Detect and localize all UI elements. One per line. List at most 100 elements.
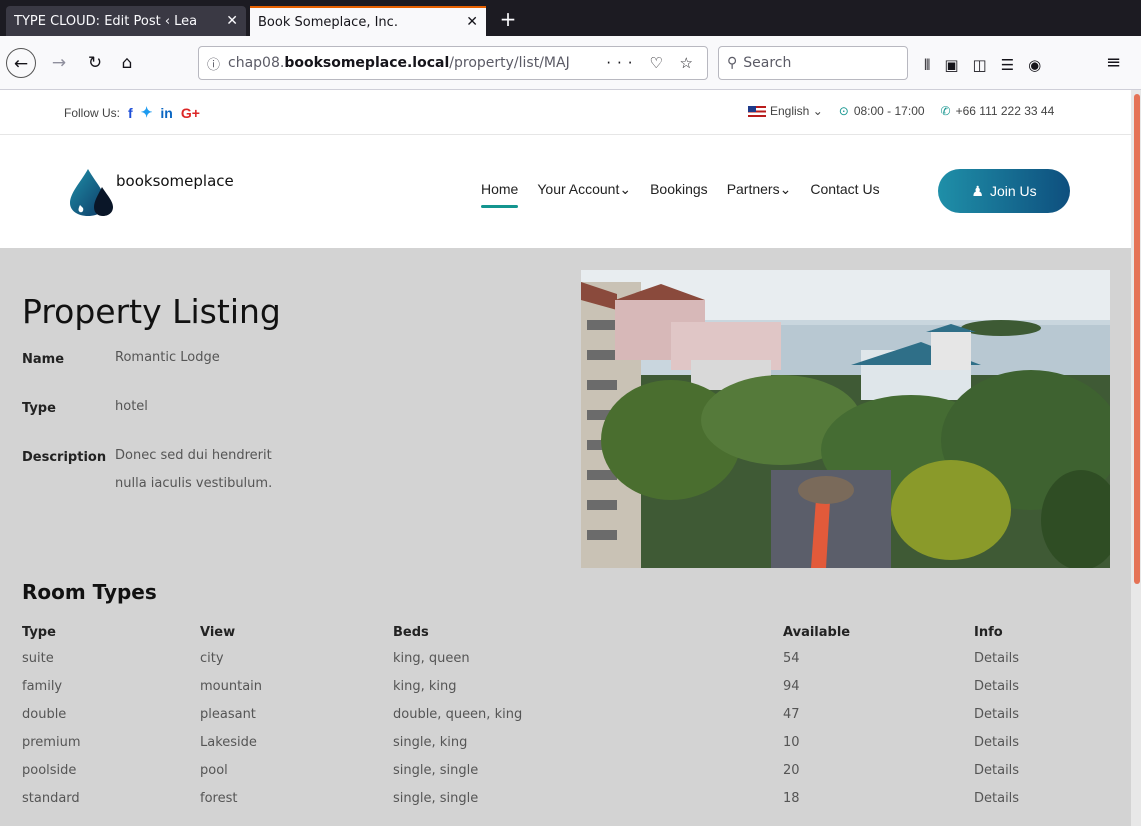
room-available: 18 xyxy=(783,790,800,806)
phone-number[interactable]: ✆ +66 111 222 33 44 xyxy=(941,104,1055,118)
page-title: Property Listing xyxy=(22,292,281,331)
google-plus-icon[interactable]: G+ xyxy=(181,105,200,121)
column-header-beds: Beds xyxy=(393,624,429,640)
room-types-table: Type View Beds Available Info suite city… xyxy=(22,620,1112,812)
column-header-type: Type xyxy=(22,624,56,640)
water-drop-logo-icon xyxy=(70,169,113,216)
close-icon[interactable]: ✕ xyxy=(226,13,238,29)
details-link[interactable]: Details xyxy=(974,644,1112,672)
tab-title: Book Someplace, Inc. xyxy=(258,14,398,30)
hamburger-menu-icon[interactable]: ≡ xyxy=(1106,52,1121,73)
close-icon[interactable]: ✕ xyxy=(466,14,478,30)
details-link[interactable]: Details xyxy=(974,784,1112,812)
url-text[interactable]: chap08.booksomeplace.local/property/list… xyxy=(228,55,600,71)
us-flag-icon xyxy=(748,106,766,118)
column-header-info: Info xyxy=(974,624,1003,640)
tab-title: TYPE CLOUD: Edit Post ‹ Lea xyxy=(14,13,198,29)
room-type: premium xyxy=(22,734,81,750)
room-view: Lakeside xyxy=(200,734,257,750)
sidebar-icon[interactable]: ◫ xyxy=(973,56,987,74)
phone-icon: ✆ xyxy=(940,104,951,118)
extension-icon[interactable]: ▣ xyxy=(944,56,958,74)
table-row: double pleasant double, queen, king 47 D… xyxy=(22,700,1112,728)
type-label: Type xyxy=(22,401,56,416)
site-topbar: Follow Us: f ✦ in G+ English ⌄ ⊙ 08:00 - … xyxy=(0,90,1131,135)
browser-tab-edit-post[interactable]: TYPE CLOUD: Edit Post ‹ Lea ✕ xyxy=(6,6,246,36)
nav-partners[interactable]: Partners⌄ xyxy=(727,181,792,204)
room-type: suite xyxy=(22,650,54,666)
room-type: double xyxy=(22,706,67,722)
nav-bookings[interactable]: Bookings xyxy=(650,181,708,204)
forward-arrow-icon[interactable]: → xyxy=(44,48,74,78)
room-type: standard xyxy=(22,790,80,806)
table-row: poolside pool single, single 20 Details xyxy=(22,756,1112,784)
clock-icon: ⊙ xyxy=(838,104,849,118)
room-beds: king, queen xyxy=(393,650,470,666)
facebook-icon[interactable]: f xyxy=(128,105,133,121)
name-label: Name xyxy=(22,352,65,367)
scrollbar-thumb[interactable] xyxy=(1134,94,1140,584)
nav-your-account[interactable]: Your Account⌄ xyxy=(537,181,631,204)
room-available: 20 xyxy=(783,762,800,778)
reload-icon[interactable]: ↻ xyxy=(80,48,110,78)
home-icon[interactable]: ⌂ xyxy=(112,48,142,78)
type-value: hotel xyxy=(115,399,148,414)
back-arrow-icon[interactable]: ← xyxy=(6,48,36,78)
room-beds: single, king xyxy=(393,734,468,750)
table-row: suite city king, queen 54 Details xyxy=(22,644,1112,672)
new-tab-button[interactable]: + xyxy=(494,6,522,34)
browser-tab-book-someplace[interactable]: Book Someplace, Inc. ✕ xyxy=(250,6,486,36)
url-bar[interactable]: ⓘ chap08.booksomeplace.local/property/li… xyxy=(198,46,708,80)
room-type: family xyxy=(22,678,63,694)
details-link[interactable]: Details xyxy=(974,756,1112,784)
hotel-lake-photo xyxy=(581,270,1110,568)
reader-icon[interactable]: ☰ xyxy=(1001,56,1014,74)
twitter-icon[interactable]: ✦ xyxy=(141,104,153,121)
topbar-info: English ⌄ ⊙ 08:00 - 17:00 ✆ +66 111 222 33… xyxy=(748,104,1054,118)
language-selector[interactable]: English ⌄ xyxy=(748,104,823,118)
details-link[interactable]: Details xyxy=(974,728,1112,756)
browser-tabstrip: TYPE CLOUD: Edit Post ‹ Lea ✕ Book Somep… xyxy=(0,0,1141,36)
join-us-button[interactable]: ♟ Join Us xyxy=(938,169,1070,213)
room-available: 54 xyxy=(783,650,800,666)
property-content: Property Listing Name Romantic Lodge Typ… xyxy=(0,248,1131,826)
site-logo[interactable]: booksomeplace xyxy=(66,165,234,217)
search-icon: ⚲ xyxy=(727,55,738,71)
name-value: Romantic Lodge xyxy=(115,350,220,365)
linkedin-icon[interactable]: in xyxy=(160,105,172,121)
opening-hours: ⊙ 08:00 - 17:00 xyxy=(838,104,925,118)
logo-text: booksomeplace xyxy=(116,172,234,190)
table-row: standard forest single, single 18 Detail… xyxy=(22,784,1112,812)
room-view: forest xyxy=(200,790,238,806)
page-actions-icon[interactable]: ··· ♡ ☆ xyxy=(606,54,699,72)
library-icon[interactable]: ⫴ xyxy=(924,56,930,74)
browser-navbar: ← → ↻ ⌂ ⓘ chap08.booksomeplace.local/pro… xyxy=(0,36,1141,90)
details-link[interactable]: Details xyxy=(974,700,1112,728)
table-header-row: Type View Beds Available Info xyxy=(22,620,1112,644)
room-view: pool xyxy=(200,762,228,778)
room-available: 10 xyxy=(783,734,800,750)
room-type: poolside xyxy=(22,762,77,778)
property-photo xyxy=(581,270,1110,568)
nav-home[interactable]: Home xyxy=(481,181,519,208)
nav-contact-us[interactable]: Contact Us xyxy=(810,181,879,204)
details-link[interactable]: Details xyxy=(974,672,1112,700)
room-view: mountain xyxy=(200,678,263,694)
description-label: Description xyxy=(22,450,107,465)
room-beds: single, single xyxy=(393,762,479,778)
room-view: pleasant xyxy=(200,706,256,722)
info-icon[interactable]: ⓘ xyxy=(207,54,220,73)
column-header-available: Available xyxy=(783,624,851,640)
room-types-title: Room Types xyxy=(22,580,157,604)
room-beds: king, king xyxy=(393,678,457,694)
account-icon[interactable]: ◉ xyxy=(1028,56,1041,74)
search-input[interactable]: ⚲ Search xyxy=(718,46,908,80)
site-header: booksomeplace Home Your Account⌄ Booking… xyxy=(0,135,1131,248)
search-placeholder: Search xyxy=(743,55,792,71)
join-us-label: Join Us xyxy=(989,183,1037,199)
page-viewport: Follow Us: f ✦ in G+ English ⌄ ⊙ 08:00 - … xyxy=(0,90,1141,826)
user-icon: ♟ xyxy=(971,182,984,199)
column-header-view: View xyxy=(200,624,236,640)
page-scrollbar[interactable] xyxy=(1131,90,1141,826)
table-row: family mountain king, king 94 Details xyxy=(22,672,1112,700)
